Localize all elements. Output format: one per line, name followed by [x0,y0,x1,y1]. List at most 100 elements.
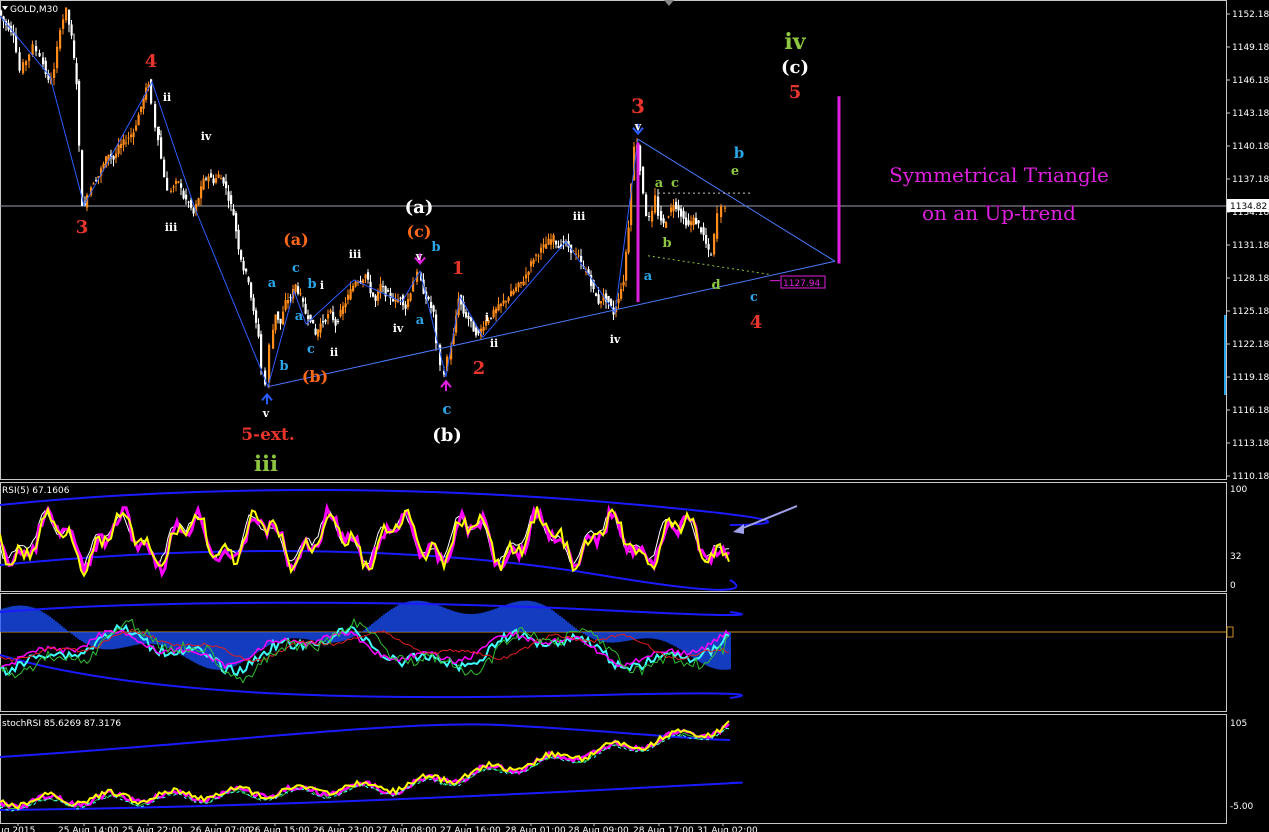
candle-body [497,304,500,311]
candle-body [490,317,493,319]
candle-body [515,287,518,292]
candle-body [130,134,133,137]
wave-label: i [485,311,489,324]
candle-body [312,319,315,324]
wave-label: (c) [781,57,809,78]
candle-body [232,208,235,216]
price-tick-label: 1146.18 [1232,76,1269,86]
candle-body [364,274,367,279]
candle-body [527,271,530,275]
candle-body [562,241,565,243]
candle-body [125,142,128,144]
candle-body [112,156,115,160]
stochrsi-label: stochRSI 85.6269 87.3176 [2,719,121,729]
candle-body [705,234,708,244]
candle-body [294,284,297,293]
candle-body [713,233,716,255]
wave-label: ii [490,337,498,350]
candle-body [667,216,670,218]
wave-label: c [292,261,300,276]
candle-body [520,282,523,284]
candle-body [247,277,250,283]
candle-body [299,293,302,295]
candle-body [510,291,513,297]
wave-label: 3 [631,94,645,118]
wave-label: 2 [473,358,486,379]
candle-body [382,286,385,288]
candle-body [540,247,543,253]
wave-label: c [442,400,451,418]
price-axis: 1152.18 1149.18 1146.18 1143.18 1140.18 1137.… [1226,10,1269,482]
candle-body [374,295,377,301]
scroll-indicator[interactable] [1224,315,1226,395]
candle-body [670,207,673,213]
wave-label: iii [165,221,178,234]
candle-body [120,143,123,148]
candle-body [140,106,143,112]
wave-label: i [320,279,324,292]
candle-body [65,7,68,21]
candle-body [172,186,175,188]
wave-label: c [307,342,315,357]
candle-body [610,299,613,306]
candle-body [212,178,215,184]
candle-body [399,297,402,299]
price-tick-label: 1152.18 [1232,10,1269,20]
candle-body [222,177,225,184]
candle-body [657,196,660,216]
rsi-tick-100: 100 [1230,485,1247,495]
candle-body [73,40,76,59]
wave-label: 4 [750,312,763,333]
candle-body [580,255,583,262]
candle-body [314,328,317,335]
wave-label: a [644,269,653,284]
candle-body [137,114,140,126]
time-tick-label: 27 Aug 08:00 [376,826,437,832]
candle-body [344,303,347,308]
candle-body [362,279,365,283]
candle-body [160,137,163,159]
candle-body [327,314,330,319]
price-tick-label: 1110.18 [1232,472,1269,482]
candle-body [707,243,710,250]
candle-body [625,252,628,281]
candle-body [135,125,138,131]
candle-body [607,296,610,303]
candle-body [122,139,125,145]
candle-body [716,213,719,239]
time-tick-label: 28 Aug 01:00 [505,826,566,832]
candle-body [225,181,228,189]
candle-body [695,217,698,225]
candle-body [500,303,503,307]
candle-body [274,314,277,331]
candle-body [407,299,410,308]
candle-body [532,259,535,264]
candle-body [177,181,180,183]
candle-body [675,201,678,210]
candle-body [530,261,533,267]
candle-body [284,300,287,310]
candle-body [70,24,73,36]
time-tick-label: 27 Aug 16:00 [440,826,501,832]
candle-body [430,301,433,309]
candle-body [337,321,340,323]
candle-body [552,235,555,242]
candle-body [197,198,200,206]
candle-body [522,281,525,286]
candle-body [662,218,665,224]
candle-body [200,186,203,199]
time-tick-label: 26 Aug 07:00 [190,826,251,832]
wave-label: (b) [302,367,328,386]
candle-body [166,177,169,191]
candle-body [372,292,375,297]
time-tick-label: Aug 2015 [0,826,35,832]
candle-body [680,208,683,217]
wave-label: (a) [405,197,434,218]
wave-label: (b) [432,425,462,446]
wave-label: a [416,313,425,328]
wave-label: e [731,164,739,179]
wave-label: iv [201,130,212,143]
candle-body [62,19,65,29]
wave-label: 5-ext. [241,425,295,445]
wave-label: iv [610,333,621,346]
